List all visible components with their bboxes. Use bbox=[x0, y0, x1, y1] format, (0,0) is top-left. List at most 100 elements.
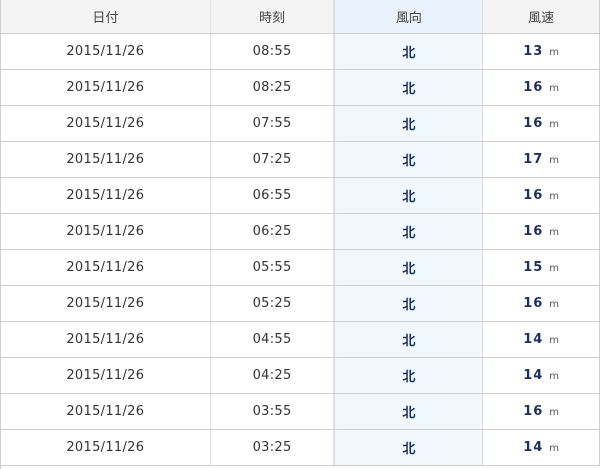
date-cell: 2015/11/26 bbox=[1, 250, 211, 285]
speed-value: 14 bbox=[523, 368, 544, 383]
direction-value: 北 bbox=[402, 406, 416, 421]
speed-value: 14 bbox=[523, 332, 544, 347]
column-header-time[interactable]: 時刻 bbox=[211, 0, 335, 33]
time-cell: 06:55 bbox=[211, 178, 335, 213]
table-row: 2015/11/26 04:25 北 14 m bbox=[1, 358, 600, 394]
date-value: 2015/11/26 bbox=[66, 44, 145, 59]
direction-cell: 北 bbox=[334, 286, 484, 321]
direction-cell: 北 bbox=[334, 322, 484, 357]
speed-cell: 13 m bbox=[483, 34, 600, 69]
speed-wrap: 14 m bbox=[523, 440, 559, 455]
speed-value: 16 bbox=[523, 80, 544, 95]
date-value: 2015/11/26 bbox=[66, 80, 145, 95]
column-header-speed[interactable]: 風速 bbox=[483, 0, 600, 33]
date-value: 2015/11/26 bbox=[66, 116, 145, 131]
column-header-direction[interactable]: 風向 bbox=[334, 0, 484, 33]
table-row: 2015/11/26 08:55 北 13 m bbox=[1, 34, 600, 70]
direction-value: 北 bbox=[402, 190, 416, 205]
time-cell: 05:55 bbox=[211, 250, 335, 285]
table-row: 2015/11/26 05:55 北 15 m bbox=[1, 250, 600, 286]
speed-unit: m bbox=[549, 83, 560, 94]
speed-cell: 16 m bbox=[483, 70, 600, 105]
date-cell: 2015/11/26 bbox=[1, 106, 211, 141]
time-cell: 08:25 bbox=[211, 70, 335, 105]
table-row: 2015/11/26 03:55 北 16 m bbox=[1, 394, 600, 430]
date-value: 2015/11/26 bbox=[66, 404, 145, 419]
speed-unit: m bbox=[549, 407, 560, 418]
direction-value: 北 bbox=[402, 154, 416, 169]
speed-value: 16 bbox=[523, 224, 544, 239]
time-cell: 04:55 bbox=[211, 322, 335, 357]
speed-value: 16 bbox=[523, 404, 544, 419]
direction-cell: 北 bbox=[334, 178, 484, 213]
wind-observation-table: 日付 時刻 風向 風速 2015/11/26 08:55 北 13 m 2015/11/2… bbox=[0, 0, 600, 469]
speed-wrap: 17 m bbox=[523, 152, 559, 167]
speed-value: 17 bbox=[523, 152, 544, 167]
time-cell: 07:55 bbox=[211, 106, 335, 141]
time-value: 05:55 bbox=[252, 260, 292, 275]
time-value: 03:25 bbox=[252, 440, 292, 455]
direction-value: 北 bbox=[402, 118, 416, 133]
time-cell: 05:25 bbox=[211, 286, 335, 321]
speed-value: 16 bbox=[523, 296, 544, 311]
speed-wrap: 14 m bbox=[523, 368, 559, 383]
table-row: 2015/11/26 07:55 北 16 m bbox=[1, 106, 600, 142]
speed-wrap: 16 m bbox=[523, 188, 559, 203]
time-cell: 07:25 bbox=[211, 142, 335, 177]
date-value: 2015/11/26 bbox=[66, 440, 145, 455]
speed-cell: 16 m bbox=[483, 214, 600, 249]
time-value: 07:55 bbox=[252, 116, 292, 131]
speed-cell: 16 m bbox=[483, 178, 600, 213]
direction-value: 北 bbox=[402, 82, 416, 97]
speed-cell: 16 m bbox=[483, 286, 600, 321]
speed-cell: 14 m bbox=[483, 322, 600, 357]
time-cell: 08:55 bbox=[211, 34, 335, 69]
speed-unit: m bbox=[549, 443, 560, 454]
table-row: 2015/11/26 06:55 北 16 m bbox=[1, 178, 600, 214]
direction-value: 北 bbox=[402, 442, 416, 457]
date-cell: 2015/11/26 bbox=[1, 178, 211, 213]
date-value: 2015/11/26 bbox=[66, 224, 145, 239]
time-cell: 04:25 bbox=[211, 358, 335, 393]
time-value: 07:25 bbox=[252, 152, 292, 167]
direction-cell: 北 bbox=[334, 34, 484, 69]
speed-cell: 16 m bbox=[483, 106, 600, 141]
speed-unit: m bbox=[549, 371, 560, 382]
date-cell: 2015/11/26 bbox=[1, 322, 211, 357]
speed-value: 16 bbox=[523, 188, 544, 203]
date-cell: 2015/11/26 bbox=[1, 286, 211, 321]
direction-cell: 北 bbox=[334, 142, 484, 177]
date-cell: 2015/11/26 bbox=[1, 394, 211, 429]
speed-unit: m bbox=[549, 263, 560, 274]
table-row: 2015/11/26 05:25 北 16 m bbox=[1, 286, 600, 322]
column-header-date[interactable]: 日付 bbox=[1, 0, 211, 33]
date-cell: 2015/11/26 bbox=[1, 142, 211, 177]
table-row: 2015/11/26 06:25 北 16 m bbox=[1, 214, 600, 250]
direction-value: 北 bbox=[402, 370, 416, 385]
speed-wrap: 16 m bbox=[523, 296, 559, 311]
direction-cell: 北 bbox=[334, 106, 484, 141]
time-cell: 06:25 bbox=[211, 214, 335, 249]
speed-wrap: 16 m bbox=[523, 224, 559, 239]
table-row: 2015/11/26 07:25 北 17 m bbox=[1, 142, 600, 178]
table-row: 2015/11/26 08:25 北 16 m bbox=[1, 70, 600, 106]
date-value: 2015/11/26 bbox=[66, 152, 145, 167]
table-header-row: 日付 時刻 風向 風速 bbox=[1, 0, 600, 34]
speed-unit: m bbox=[549, 191, 560, 202]
date-value: 2015/11/26 bbox=[66, 260, 145, 275]
date-value: 2015/11/26 bbox=[66, 296, 145, 311]
speed-value: 16 bbox=[523, 116, 544, 131]
date-cell: 2015/11/26 bbox=[1, 214, 211, 249]
speed-unit: m bbox=[549, 119, 560, 130]
speed-wrap: 13 m bbox=[523, 44, 559, 59]
direction-cell: 北 bbox=[334, 250, 484, 285]
speed-cell: 16 m bbox=[483, 394, 600, 429]
table-body: 2015/11/26 08:55 北 13 m 2015/11/26 08:25 北 16 m 20… bbox=[1, 34, 600, 466]
time-value: 04:55 bbox=[252, 332, 292, 347]
time-value: 05:25 bbox=[252, 296, 292, 311]
time-value: 04:25 bbox=[252, 368, 292, 383]
direction-cell: 北 bbox=[334, 430, 484, 465]
speed-value: 15 bbox=[523, 260, 544, 275]
direction-value: 北 bbox=[402, 334, 416, 349]
direction-value: 北 bbox=[402, 46, 416, 61]
